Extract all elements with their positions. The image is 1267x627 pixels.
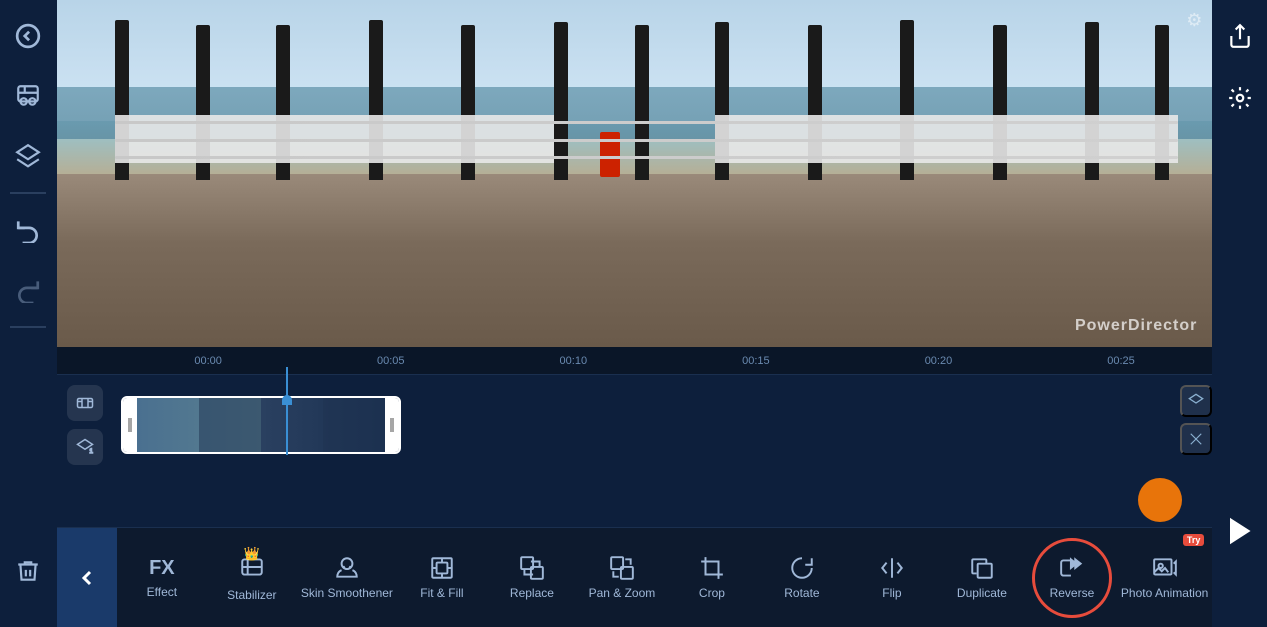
photo-animation-icon xyxy=(1152,555,1178,581)
toolbar-item-duplicate[interactable]: Duplicate xyxy=(937,528,1027,627)
rope-bottom xyxy=(115,156,1178,159)
skin-icon xyxy=(334,555,360,581)
delete-button[interactable] xyxy=(2,545,54,597)
photo-animation-label: Photo Animation xyxy=(1121,586,1208,600)
replace-icon xyxy=(519,555,545,581)
duplicate-label: Duplicate xyxy=(957,586,1007,600)
rope-top xyxy=(115,121,1178,124)
timeline-ruler: 00:00 00:05 00:10 00:15 00:20 00:25 xyxy=(57,347,1212,375)
svg-text:1: 1 xyxy=(89,449,93,455)
ruler-marks: 00:00 00:05 00:10 00:15 00:20 00:25 xyxy=(117,355,1212,367)
skin-label: Skin Smoothener xyxy=(301,586,393,600)
video-scene xyxy=(57,0,1212,347)
rope-mid xyxy=(115,139,1178,142)
fx-label: Effect xyxy=(147,585,177,599)
try-badge: Try xyxy=(1183,534,1205,546)
ruler-mark-5: 00:25 xyxy=(1030,355,1213,367)
video-preview: ⚙ PowerDirector xyxy=(57,0,1212,347)
ruler-mark-0: 00:00 xyxy=(117,355,300,367)
clip-track xyxy=(111,395,1172,455)
reverse-icon xyxy=(1059,555,1085,581)
toolbar-back-button[interactable] xyxy=(57,528,117,627)
crown-icon: 👑 xyxy=(244,546,260,562)
toolbar-items: FX Effect 👑 Stabilizer xyxy=(117,528,1212,627)
toolbar-item-rotate[interactable]: Rotate xyxy=(757,528,847,627)
main-content: ⚙ PowerDirector 00:00 00:05 00:10 00:15 … xyxy=(57,0,1212,627)
flip-icon xyxy=(879,555,905,581)
toolbar-item-photo-animation[interactable]: Try Photo Animation xyxy=(1117,528,1212,627)
playhead[interactable] xyxy=(286,367,288,455)
clip-thumbnail-right xyxy=(261,398,385,452)
settings-corner-icon: ⚙ xyxy=(1186,10,1202,31)
left-sidebar xyxy=(0,0,57,627)
toolbar-item-pan-zoom[interactable]: Pan & Zoom xyxy=(577,528,667,627)
timeline-layer-icons xyxy=(1180,385,1212,455)
clip-icon-button[interactable] xyxy=(67,385,103,421)
clip-thumbnail-left xyxy=(137,398,261,452)
toolbar-item-fit-fill[interactable]: Fit & Fill xyxy=(397,528,487,627)
effect-layer-button[interactable]: 1 xyxy=(67,429,103,465)
ruler-mark-3: 00:15 xyxy=(665,355,848,367)
orange-dot xyxy=(1138,478,1182,522)
reverse-label: Reverse xyxy=(1050,586,1095,600)
crop-icon xyxy=(699,555,725,581)
media-button[interactable] xyxy=(2,70,54,122)
timeline-content: 1 xyxy=(57,375,1212,475)
ruler-mark-2: 00:10 xyxy=(482,355,665,367)
toolbar-item-crop[interactable]: Crop xyxy=(667,528,757,627)
divider-2 xyxy=(10,326,46,328)
stabilizer-label: Stabilizer xyxy=(227,588,276,602)
fit-fill-label: Fit & Fill xyxy=(420,586,463,600)
toolbar-item-fx[interactable]: FX Effect xyxy=(117,528,207,627)
flip-label: Flip xyxy=(882,586,901,600)
rotate-icon xyxy=(789,555,815,581)
toolbar-item-skin[interactable]: Skin Smoothener xyxy=(297,528,397,627)
toolbar-item-reverse[interactable]: Reverse xyxy=(1027,528,1117,627)
timeline-icons: 1 xyxy=(67,385,103,465)
crop-label: Crop xyxy=(699,586,725,600)
fit-fill-icon xyxy=(429,555,455,581)
toolbar-item-stabilizer[interactable]: 👑 Stabilizer xyxy=(207,528,297,627)
help-settings-button[interactable] xyxy=(1214,72,1266,124)
rotate-label: Rotate xyxy=(784,586,819,600)
toolbar-item-replace[interactable]: Replace xyxy=(487,528,577,627)
video-frame: ⚙ PowerDirector xyxy=(57,0,1212,347)
divider-1 xyxy=(10,192,46,194)
share-button[interactable] xyxy=(1214,10,1266,62)
layer-icon-2[interactable] xyxy=(1180,423,1212,455)
right-panel xyxy=(1212,0,1267,627)
duplicate-icon xyxy=(969,555,995,581)
watermark-text: PowerDirector xyxy=(1075,317,1197,335)
undo-button[interactable] xyxy=(2,204,54,256)
ground-layer xyxy=(57,174,1212,348)
redo-button[interactable] xyxy=(2,264,54,316)
toolbar-item-flip[interactable]: Flip xyxy=(847,528,937,627)
ruler-mark-1: 00:05 xyxy=(299,355,482,367)
pan-zoom-label: Pan & Zoom xyxy=(589,586,656,600)
play-button[interactable] xyxy=(1214,505,1266,557)
video-clip[interactable] xyxy=(121,396,401,454)
layers-button[interactable] xyxy=(2,130,54,182)
clip-handle-left[interactable] xyxy=(123,398,137,452)
timeline-area: 00:00 00:05 00:10 00:15 00:20 00:25 xyxy=(57,347,1212,527)
replace-label: Replace xyxy=(510,586,554,600)
pan-zoom-icon xyxy=(609,555,635,581)
bottom-toolbar: FX Effect 👑 Stabilizer xyxy=(57,527,1212,627)
layer-icon-1[interactable] xyxy=(1180,385,1212,417)
fx-icon: FX xyxy=(149,557,175,580)
back-button[interactable] xyxy=(2,10,54,62)
clip-handle-right[interactable] xyxy=(385,398,399,452)
ruler-mark-4: 00:20 xyxy=(847,355,1030,367)
